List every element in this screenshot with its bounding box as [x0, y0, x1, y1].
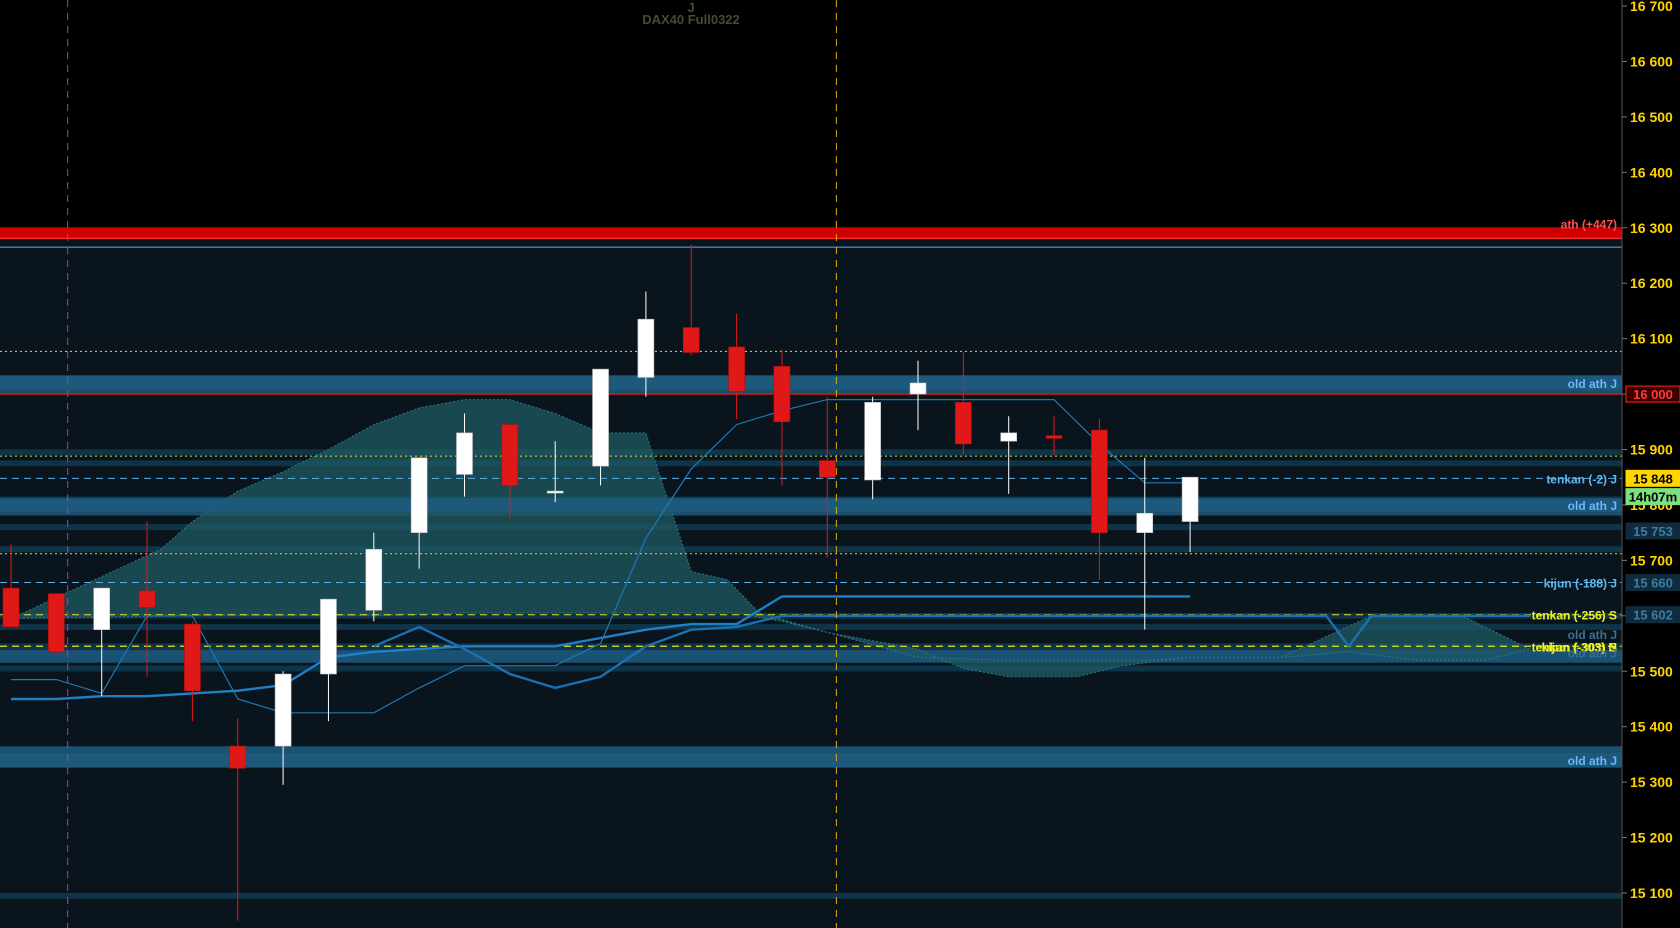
candlestick-chart: 16 700 16 600 16 500 16 400 16 300 16 200 16 1… [0, 0, 1680, 928]
level-label: old ath J [1568, 754, 1617, 768]
price-tick-label: 16 100 [1630, 331, 1673, 347]
band [0, 449, 1622, 456]
candle-body [1091, 429, 1108, 533]
candle-body [274, 673, 292, 747]
level-label: tenkan (-256) S [1532, 609, 1617, 623]
band [0, 460, 1622, 467]
price-tick-label: 16 400 [1630, 164, 1673, 180]
level-label: kijun (-188) J [1544, 577, 1617, 591]
candle-body [410, 457, 428, 533]
candle-body [320, 598, 337, 675]
candle-body [682, 327, 700, 353]
candle-body [365, 548, 383, 611]
candle-body [48, 593, 65, 653]
price-box-label: 16 000 [1633, 387, 1673, 402]
band [0, 665, 1622, 672]
faint-level-label: old ath J [1568, 647, 1617, 661]
price-tick-label: 16 200 [1630, 275, 1673, 291]
candle-body [2, 587, 20, 628]
candle-body [1136, 512, 1154, 533]
candle-body [229, 745, 247, 769]
level-label: old ath J [1568, 377, 1617, 391]
price-box-label: 15 602 [1633, 608, 1673, 623]
candle-body [909, 382, 927, 395]
candle-body [637, 318, 655, 378]
price-tick-label: 16 600 [1630, 53, 1673, 69]
candle-body [955, 402, 972, 445]
price-tick-label: 16 700 [1630, 0, 1673, 14]
candle-body [1045, 435, 1063, 439]
candle-body [456, 432, 473, 475]
price-tick-label: 15 100 [1630, 885, 1673, 901]
price-tick-label: 15 400 [1630, 719, 1673, 735]
level-label: old ath J [1568, 499, 1617, 513]
band [0, 892, 1622, 899]
candle-body [818, 460, 836, 478]
price-tick-label: 15 500 [1630, 663, 1673, 679]
price-tick-label: 16 500 [1630, 109, 1673, 125]
candle-body [728, 346, 745, 392]
candle-body [138, 590, 156, 608]
price-tick-label: 16 300 [1630, 220, 1673, 236]
header-line2: DAX40 Full0322 [642, 12, 740, 27]
ath-line [0, 227, 1622, 240]
price-box-label: 15 848 [1633, 471, 1673, 486]
candle-body [93, 587, 110, 630]
ath-label: ath (+447) [1561, 217, 1617, 231]
candle-body [773, 366, 791, 423]
candle-body [546, 490, 564, 494]
level-band [0, 497, 1622, 512]
candle-body [184, 623, 201, 691]
level-label: tenkan (-2) J [1546, 472, 1617, 486]
candle-body [1181, 476, 1199, 522]
price-axis: 16 700 16 600 16 500 16 400 16 300 16 200 16 1… [1621, 0, 1680, 928]
price-box-label: 15 660 [1633, 576, 1673, 591]
candle-body [592, 368, 609, 467]
candle-body [864, 402, 881, 481]
price-box-label: 14h07m [1629, 490, 1677, 505]
price-box-label: 15 753 [1633, 524, 1673, 539]
level-band [0, 375, 1622, 390]
price-tick-label: 15 200 [1630, 830, 1673, 846]
price-tick-label: 15 300 [1630, 774, 1673, 790]
faint-level-label: old ath J [1568, 628, 1617, 642]
candle-body [1000, 432, 1018, 442]
price-tick-label: 15 700 [1630, 552, 1673, 568]
price-tick-label: 15 900 [1630, 442, 1673, 458]
candle-body [501, 424, 519, 486]
